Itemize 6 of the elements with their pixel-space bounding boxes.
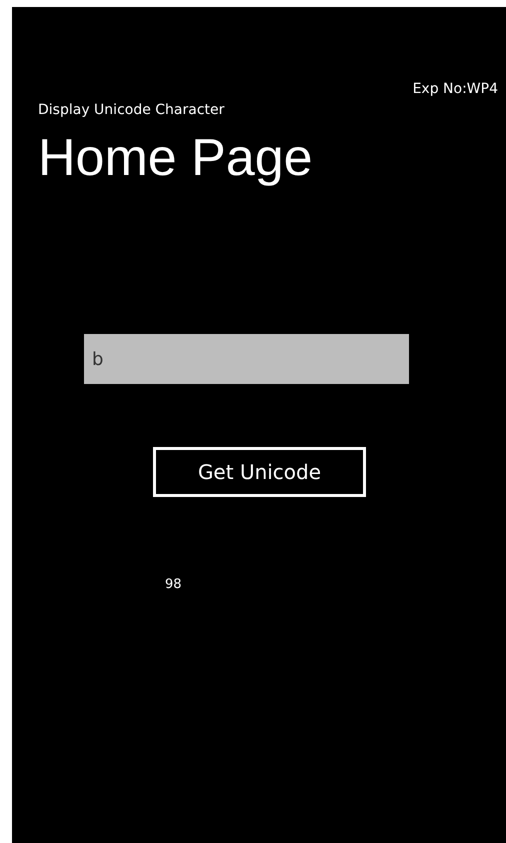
get-unicode-button[interactable]: Get Unicode [153,447,366,497]
experiment-label: Exp No:WP4 [412,80,498,98]
app-title: Display Unicode Character [38,101,224,119]
input-field[interactable]: b [84,334,409,384]
page-title: Home Page [38,128,313,189]
result-text: 98 [165,577,182,592]
